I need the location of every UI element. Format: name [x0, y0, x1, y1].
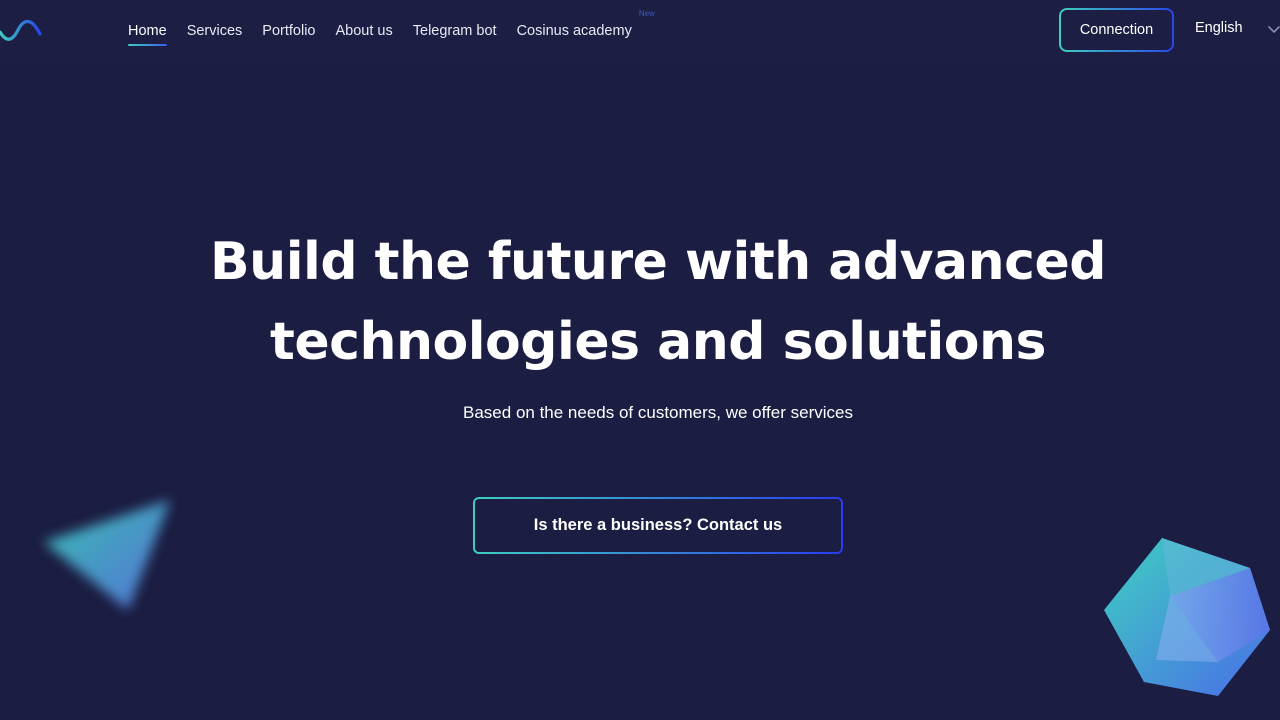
nav-cosinus-academy-label: Cosinus academy: [516, 23, 632, 39]
connection-button[interactable]: Connection: [1059, 8, 1174, 52]
main-nav: Home Services Portfolio About us Telegra…: [128, 0, 655, 62]
hero-title-line2: technologies and solutions: [270, 312, 1046, 372]
polyhedron-shape-decoration: [1104, 538, 1270, 696]
nav-about-us[interactable]: About us: [336, 19, 393, 43]
wave-logo-icon[interactable]: [0, 16, 44, 44]
pyramid-shape-decoration: [44, 500, 170, 610]
contact-us-button[interactable]: Is there a business? Contact us: [473, 497, 843, 554]
hero-title-line1: Build the future with advanced: [210, 232, 1106, 292]
chevron-down-icon[interactable]: [1268, 26, 1280, 34]
nav-telegram-bot[interactable]: Telegram bot: [413, 19, 497, 43]
page: Home Services Portfolio About us Telegra…: [0, 0, 1280, 720]
hero-subtitle: Based on the needs of customers, we offe…: [463, 403, 853, 422]
language-selector[interactable]: English: [1195, 20, 1243, 36]
language-label: English: [1195, 20, 1243, 36]
nav-cosinus-academy[interactable]: Cosinus academy New: [516, 9, 655, 43]
site-header: Home Services Portfolio About us Telegra…: [0, 0, 1280, 62]
nav-portfolio[interactable]: Portfolio: [262, 19, 315, 43]
new-badge: New: [638, 9, 655, 18]
hero-title: Build the future with advanced technolog…: [0, 222, 1280, 382]
nav-home[interactable]: Home: [128, 19, 167, 46]
nav-services[interactable]: Services: [187, 19, 243, 43]
